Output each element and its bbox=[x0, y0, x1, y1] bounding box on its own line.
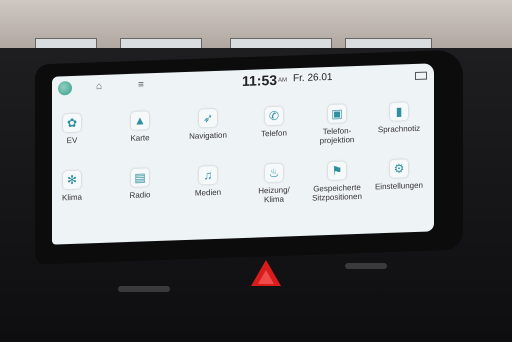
app-tile-label: Heizung/Klima bbox=[258, 185, 290, 205]
battery-icon bbox=[415, 71, 427, 80]
music-icon: ♫ bbox=[199, 165, 217, 185]
app-tile-label: Medien bbox=[194, 187, 222, 198]
app-tile-navigation[interactable]: ➶ Navigation bbox=[180, 108, 236, 170]
app-tile-label: Karte bbox=[130, 133, 150, 143]
date: Fr. 26.01 bbox=[293, 71, 333, 85]
seat-position-icon: ⚑ bbox=[328, 161, 346, 181]
app-tile-sprachnotiz[interactable]: ▮ Sprachnotiz bbox=[371, 102, 427, 164]
app-tile-radio[interactable]: ▤ Radio bbox=[112, 168, 168, 230]
seat-heating-icon: ♨ bbox=[265, 163, 283, 183]
app-tile-label: Navigation bbox=[189, 130, 227, 141]
app-tile-ev[interactable]: ✿ EV bbox=[52, 113, 100, 175]
fan-icon: ✻ bbox=[63, 170, 81, 190]
air-vent[interactable] bbox=[118, 286, 170, 292]
radio-icon: ▤ bbox=[131, 168, 149, 187]
app-tile-einstellungen[interactable]: ⚙ Einstellungen bbox=[371, 159, 427, 221]
app-tile-telefon[interactable]: ✆ Telefon bbox=[246, 106, 302, 168]
app-tile-klima[interactable]: ✻ Klima bbox=[52, 170, 100, 232]
app-tile-label: Telefon-projektion bbox=[319, 126, 355, 146]
compass-icon: ➶ bbox=[199, 108, 217, 128]
logo-icon[interactable] bbox=[58, 80, 72, 96]
menu-icon[interactable]: ≡ bbox=[138, 79, 144, 90]
app-tile-karte[interactable]: ▲ Karte bbox=[112, 111, 168, 173]
app-tile-label: Gespeicherte Sitzpositionen bbox=[312, 182, 362, 203]
app-tile-telefon-[interactable]: ▣ Telefon-projektion bbox=[309, 104, 365, 166]
app-tile-label: Einstellungen bbox=[374, 180, 424, 192]
plant-icon: ✿ bbox=[63, 113, 81, 133]
phone-projection-icon: ▣ bbox=[328, 104, 346, 124]
app-tile-heizung-[interactable]: ♨ Heizung/Klima bbox=[246, 163, 302, 225]
voice-memo-icon: ▮ bbox=[390, 102, 408, 121]
app-tile-label: Sprachnotiz bbox=[377, 123, 421, 135]
air-vent[interactable] bbox=[345, 263, 387, 269]
gear-icon: ⚙ bbox=[390, 159, 408, 178]
app-tile-label: Klima bbox=[61, 192, 82, 203]
app-tile-label: Telefon bbox=[261, 128, 287, 139]
app-tile-gespeicherte[interactable]: ⚑ Gespeicherte Sitzpositionen bbox=[309, 161, 365, 223]
infotainment-screen: ⌂ ≡ 11:53 AM Fr. 26.01 ✿ EV ▲ Karte ➶ Navigat… bbox=[52, 63, 434, 245]
ampm: AM bbox=[278, 77, 287, 84]
clock: 11:53 bbox=[242, 71, 278, 90]
app-tile-label: EV bbox=[66, 135, 78, 146]
home-icon[interactable]: ⌂ bbox=[96, 81, 102, 92]
hazard-icon bbox=[258, 270, 274, 284]
car-interior-scene: ⌂ ≡ 11:53 AM Fr. 26.01 ✿ EV ▲ Karte ➶ Navigat… bbox=[0, 0, 512, 342]
phone-icon: ✆ bbox=[265, 106, 283, 126]
app-tile-medien[interactable]: ♫ Medien bbox=[180, 165, 236, 227]
app-tile-label: Radio bbox=[129, 190, 151, 200]
arrow-icon: ▲ bbox=[131, 111, 149, 130]
